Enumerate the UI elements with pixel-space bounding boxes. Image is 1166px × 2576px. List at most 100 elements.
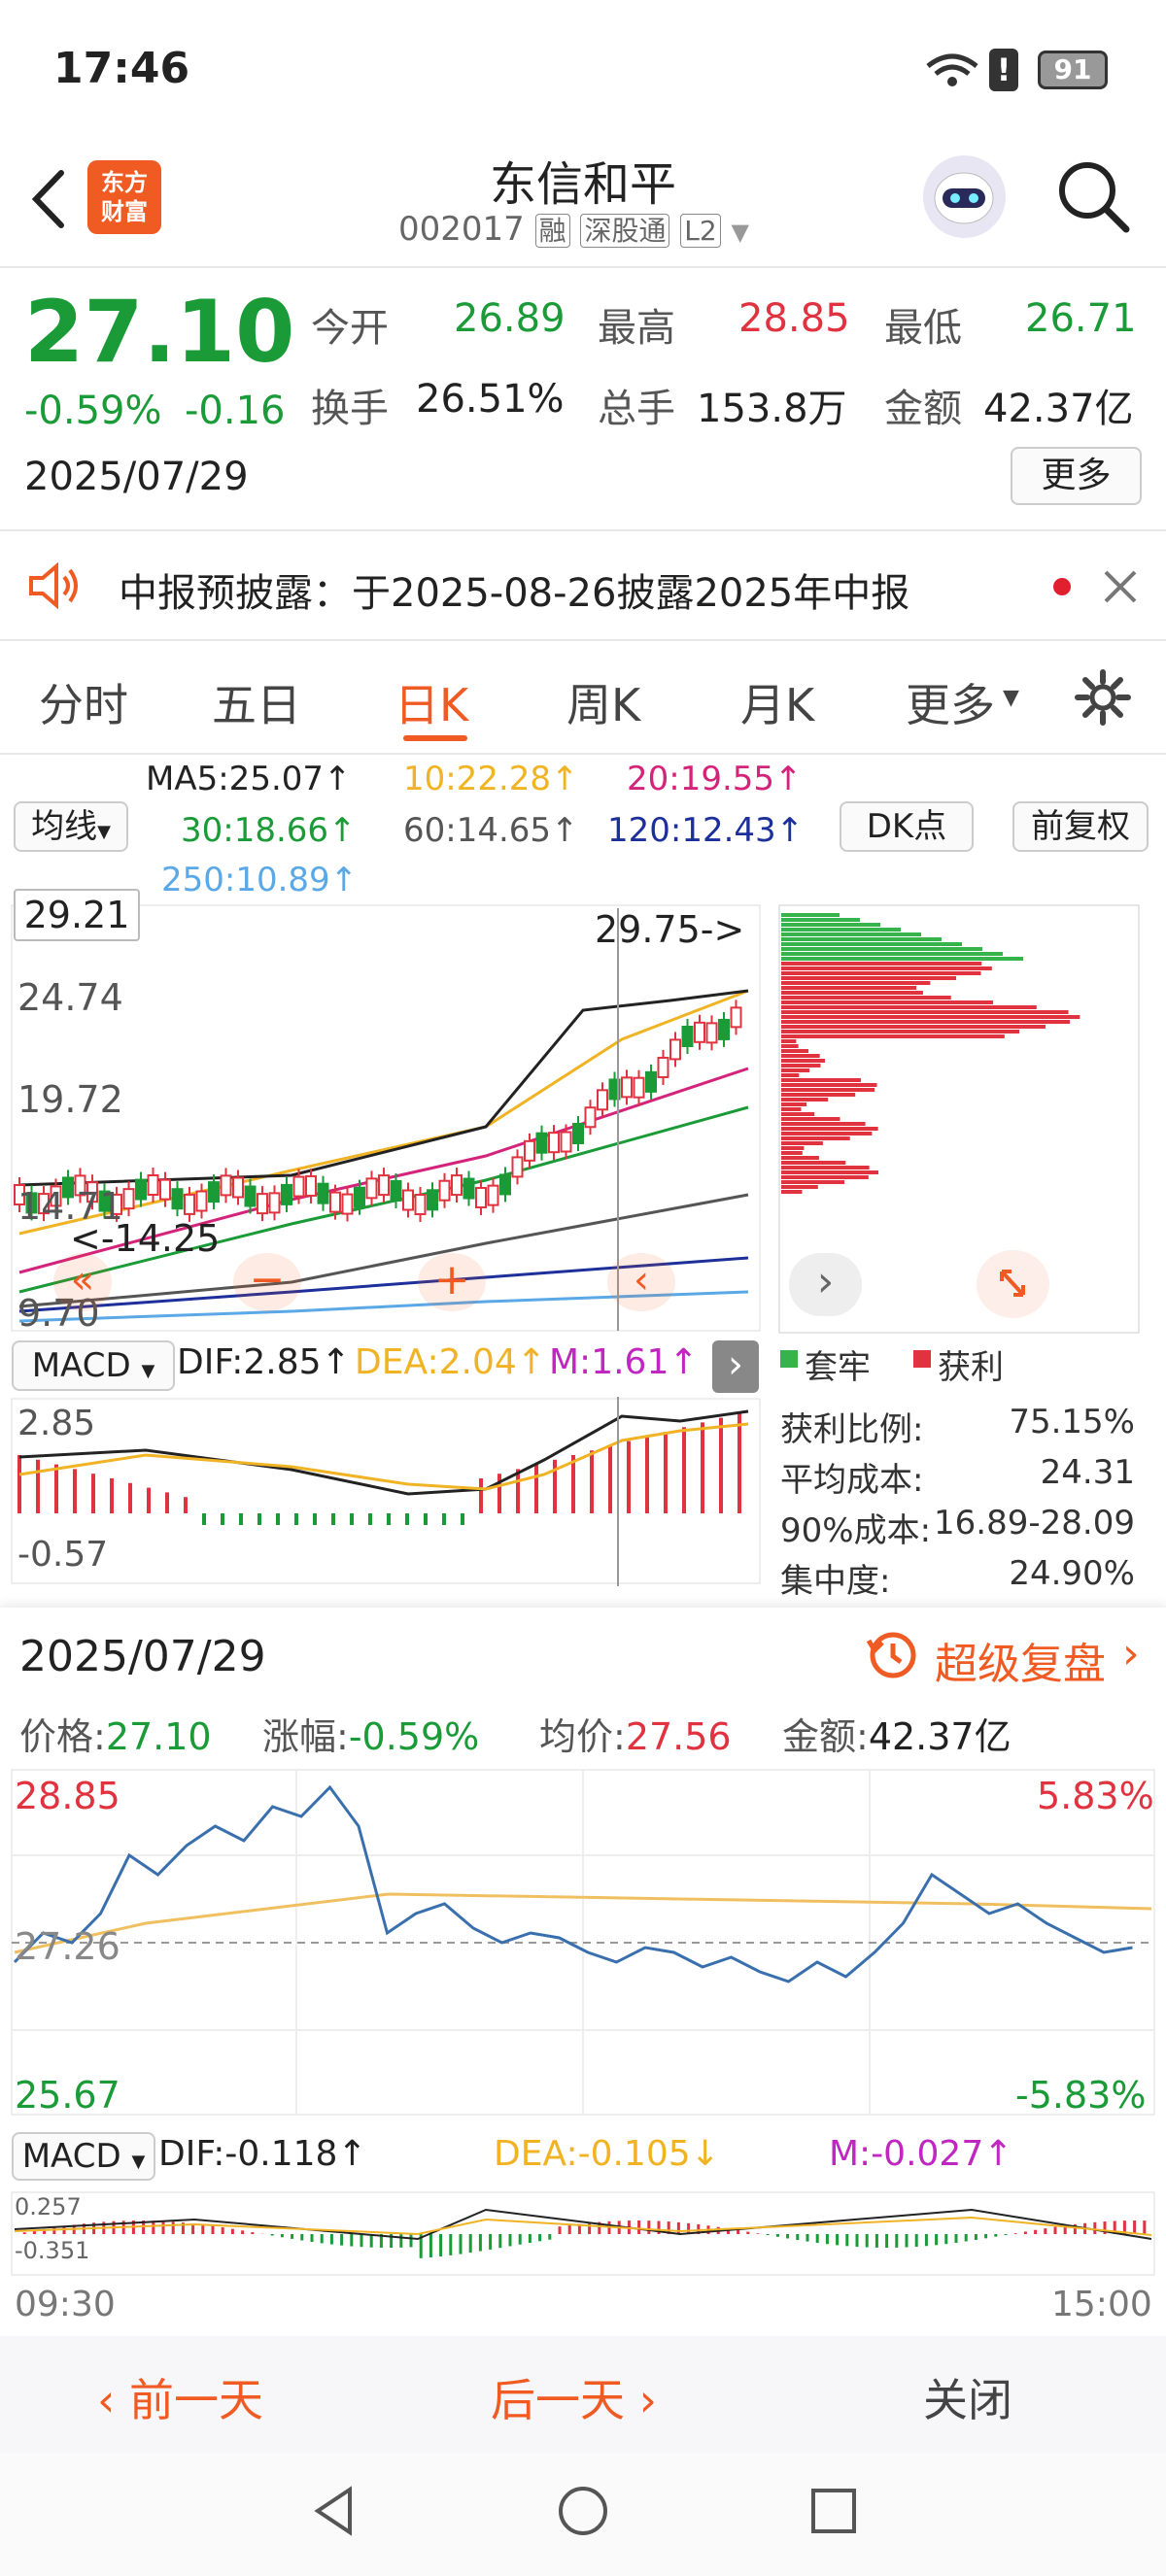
chip-bar bbox=[781, 928, 901, 932]
zoom-in-icon[interactable]: + bbox=[418, 1253, 486, 1311]
status-bar: 17:46 ! 91 bbox=[0, 0, 1166, 146]
gear-icon[interactable] bbox=[1074, 668, 1132, 727]
chevron-right-icon[interactable]: › bbox=[1122, 1629, 1140, 1678]
dk-point-button[interactable]: DK点 bbox=[840, 801, 974, 852]
chip-bar bbox=[781, 1146, 805, 1150]
candle-body bbox=[257, 1193, 268, 1215]
chip-bar bbox=[781, 1175, 869, 1179]
open-value: 26.89 bbox=[454, 296, 566, 341]
tab-weekly-k[interactable]: 周K bbox=[566, 670, 640, 734]
zoom-out-icon[interactable]: − bbox=[233, 1253, 301, 1311]
super-replay-link[interactable]: 超级复盘 bbox=[935, 1629, 1106, 1691]
nav-recents-icon[interactable] bbox=[805, 2482, 863, 2540]
collapse-panel-button[interactable]: › bbox=[712, 1340, 759, 1393]
caret-down-icon[interactable]: ▼ bbox=[1003, 686, 1019, 710]
chip-bar bbox=[781, 1088, 875, 1092]
open-label: 今开 bbox=[311, 306, 389, 351]
tab-monthly-k[interactable]: 月K bbox=[740, 670, 814, 734]
macd-selector[interactable]: MACD ▼ bbox=[12, 2132, 155, 2181]
bottom-actions: ‹ 前一天 后一天 › 关闭 bbox=[0, 2336, 1166, 2453]
next-day-button[interactable]: 后一天 › bbox=[491, 2365, 657, 2429]
more-button[interactable]: 更多 bbox=[1011, 447, 1142, 505]
candle-body bbox=[220, 1174, 232, 1197]
history-icon[interactable] bbox=[865, 1627, 919, 1681]
chip-bar bbox=[781, 1117, 840, 1121]
l2-badge[interactable]: L2 bbox=[680, 214, 721, 248]
notice-bar[interactable]: 中报预披露：于2025-08-26披露2025年中报 bbox=[0, 532, 1166, 639]
robot-avatar-icon[interactable] bbox=[923, 155, 1006, 238]
candle-body bbox=[524, 1139, 535, 1162]
chip-bar bbox=[781, 932, 921, 936]
macd-m: M:1.61↑ bbox=[549, 1342, 699, 1382]
candle-body bbox=[427, 1189, 438, 1211]
chip-bar bbox=[781, 1020, 1071, 1024]
ma-selector[interactable]: 均线▼ bbox=[14, 801, 128, 852]
turnover-value: 26.51% bbox=[416, 377, 565, 422]
intraday-avg: 均价:27.56 bbox=[539, 1715, 732, 1758]
candle-body bbox=[390, 1179, 402, 1202]
quote-date: 2025/07/29 bbox=[24, 455, 249, 499]
candle-body bbox=[730, 1006, 742, 1029]
candle-body bbox=[511, 1156, 524, 1178]
intraday-macd-chart[interactable] bbox=[0, 2190, 1166, 2278]
high-label: 最高 bbox=[598, 306, 675, 351]
chip-bar bbox=[781, 991, 923, 995]
candle-body bbox=[535, 1132, 548, 1154]
candle-body bbox=[365, 1177, 378, 1200]
chip-bar bbox=[781, 1015, 1080, 1019]
step-back-icon[interactable]: ‹ bbox=[607, 1253, 675, 1311]
tab-intraday[interactable]: 分时 bbox=[39, 670, 128, 734]
chevron-down-icon[interactable]: ▼ bbox=[732, 219, 749, 246]
stat-profit-ratio: 获利比例: 75.15% bbox=[780, 1403, 1135, 1449]
chip-bar bbox=[781, 1059, 825, 1063]
max-annotation: 29.75-> bbox=[595, 908, 745, 951]
divider bbox=[0, 639, 1166, 641]
rewind-icon[interactable]: « bbox=[53, 1253, 112, 1311]
stock-code: 002017 bbox=[398, 210, 525, 249]
stat-90-cost: 90%成本: 16.89-28.09 bbox=[780, 1504, 1135, 1550]
intraday-chart[interactable] bbox=[0, 1768, 1166, 2118]
close-icon[interactable] bbox=[1101, 567, 1140, 606]
candle-body bbox=[705, 1022, 718, 1044]
candle-body bbox=[645, 1070, 657, 1093]
chip-bar bbox=[781, 1102, 807, 1106]
macd-bottom-label: -0.57 bbox=[17, 1535, 109, 1575]
candle-body bbox=[438, 1179, 451, 1202]
nav-home-icon[interactable] bbox=[554, 2482, 612, 2540]
chip-bar bbox=[781, 1151, 803, 1155]
tab-more[interactable]: 更多 bbox=[906, 670, 995, 734]
adjust-button[interactable]: 前复权 bbox=[1012, 801, 1149, 852]
amount-value: 42.37亿 bbox=[983, 387, 1134, 431]
search-icon[interactable] bbox=[1054, 157, 1132, 235]
close-button[interactable]: 关闭 bbox=[923, 2365, 1012, 2429]
candle-body bbox=[122, 1188, 135, 1210]
tab-daily-k[interactable]: 日K bbox=[394, 670, 468, 734]
macd-selector[interactable]: MACD ▼ bbox=[12, 1340, 175, 1391]
tab-five-day[interactable]: 五日 bbox=[212, 670, 301, 734]
candle-body bbox=[402, 1189, 414, 1211]
volume-value: 153.8万 bbox=[697, 387, 847, 431]
macd2-top-label: 0.257 bbox=[15, 2193, 82, 2220]
ma30-label: 30:18.66↑ bbox=[181, 811, 357, 850]
macd-chart[interactable] bbox=[0, 1397, 768, 1586]
expand-icon[interactable] bbox=[977, 1250, 1049, 1318]
intraday-high: 28.85 bbox=[15, 1775, 120, 1817]
chip-bar bbox=[781, 1064, 821, 1068]
chip-bar bbox=[781, 1083, 877, 1087]
status-time: 17:46 bbox=[53, 44, 190, 93]
margin-badge: 融 bbox=[534, 214, 570, 248]
candle-body bbox=[694, 1021, 705, 1043]
connect-badge: 深股通 bbox=[580, 214, 670, 248]
nav-back-icon[interactable] bbox=[306, 2482, 364, 2540]
prev-day-button[interactable]: ‹ 前一天 bbox=[97, 2365, 263, 2429]
candle-body bbox=[463, 1177, 475, 1200]
chevron-right-icon[interactable]: › bbox=[789, 1253, 862, 1316]
intraday-change: 涨幅:-0.59% bbox=[262, 1715, 480, 1758]
price-change-pct: -0.59% bbox=[24, 389, 162, 433]
chip-bar bbox=[781, 947, 982, 951]
chip-bar bbox=[781, 1000, 994, 1004]
stat-avg-cost: 平均成本: 24.31 bbox=[780, 1453, 1135, 1500]
chip-bar bbox=[781, 1044, 799, 1048]
stock-code-row: 002017 融 深股通 L2 ▼ bbox=[398, 210, 749, 249]
intraday-summary: 价格:27.10 bbox=[19, 1715, 212, 1758]
